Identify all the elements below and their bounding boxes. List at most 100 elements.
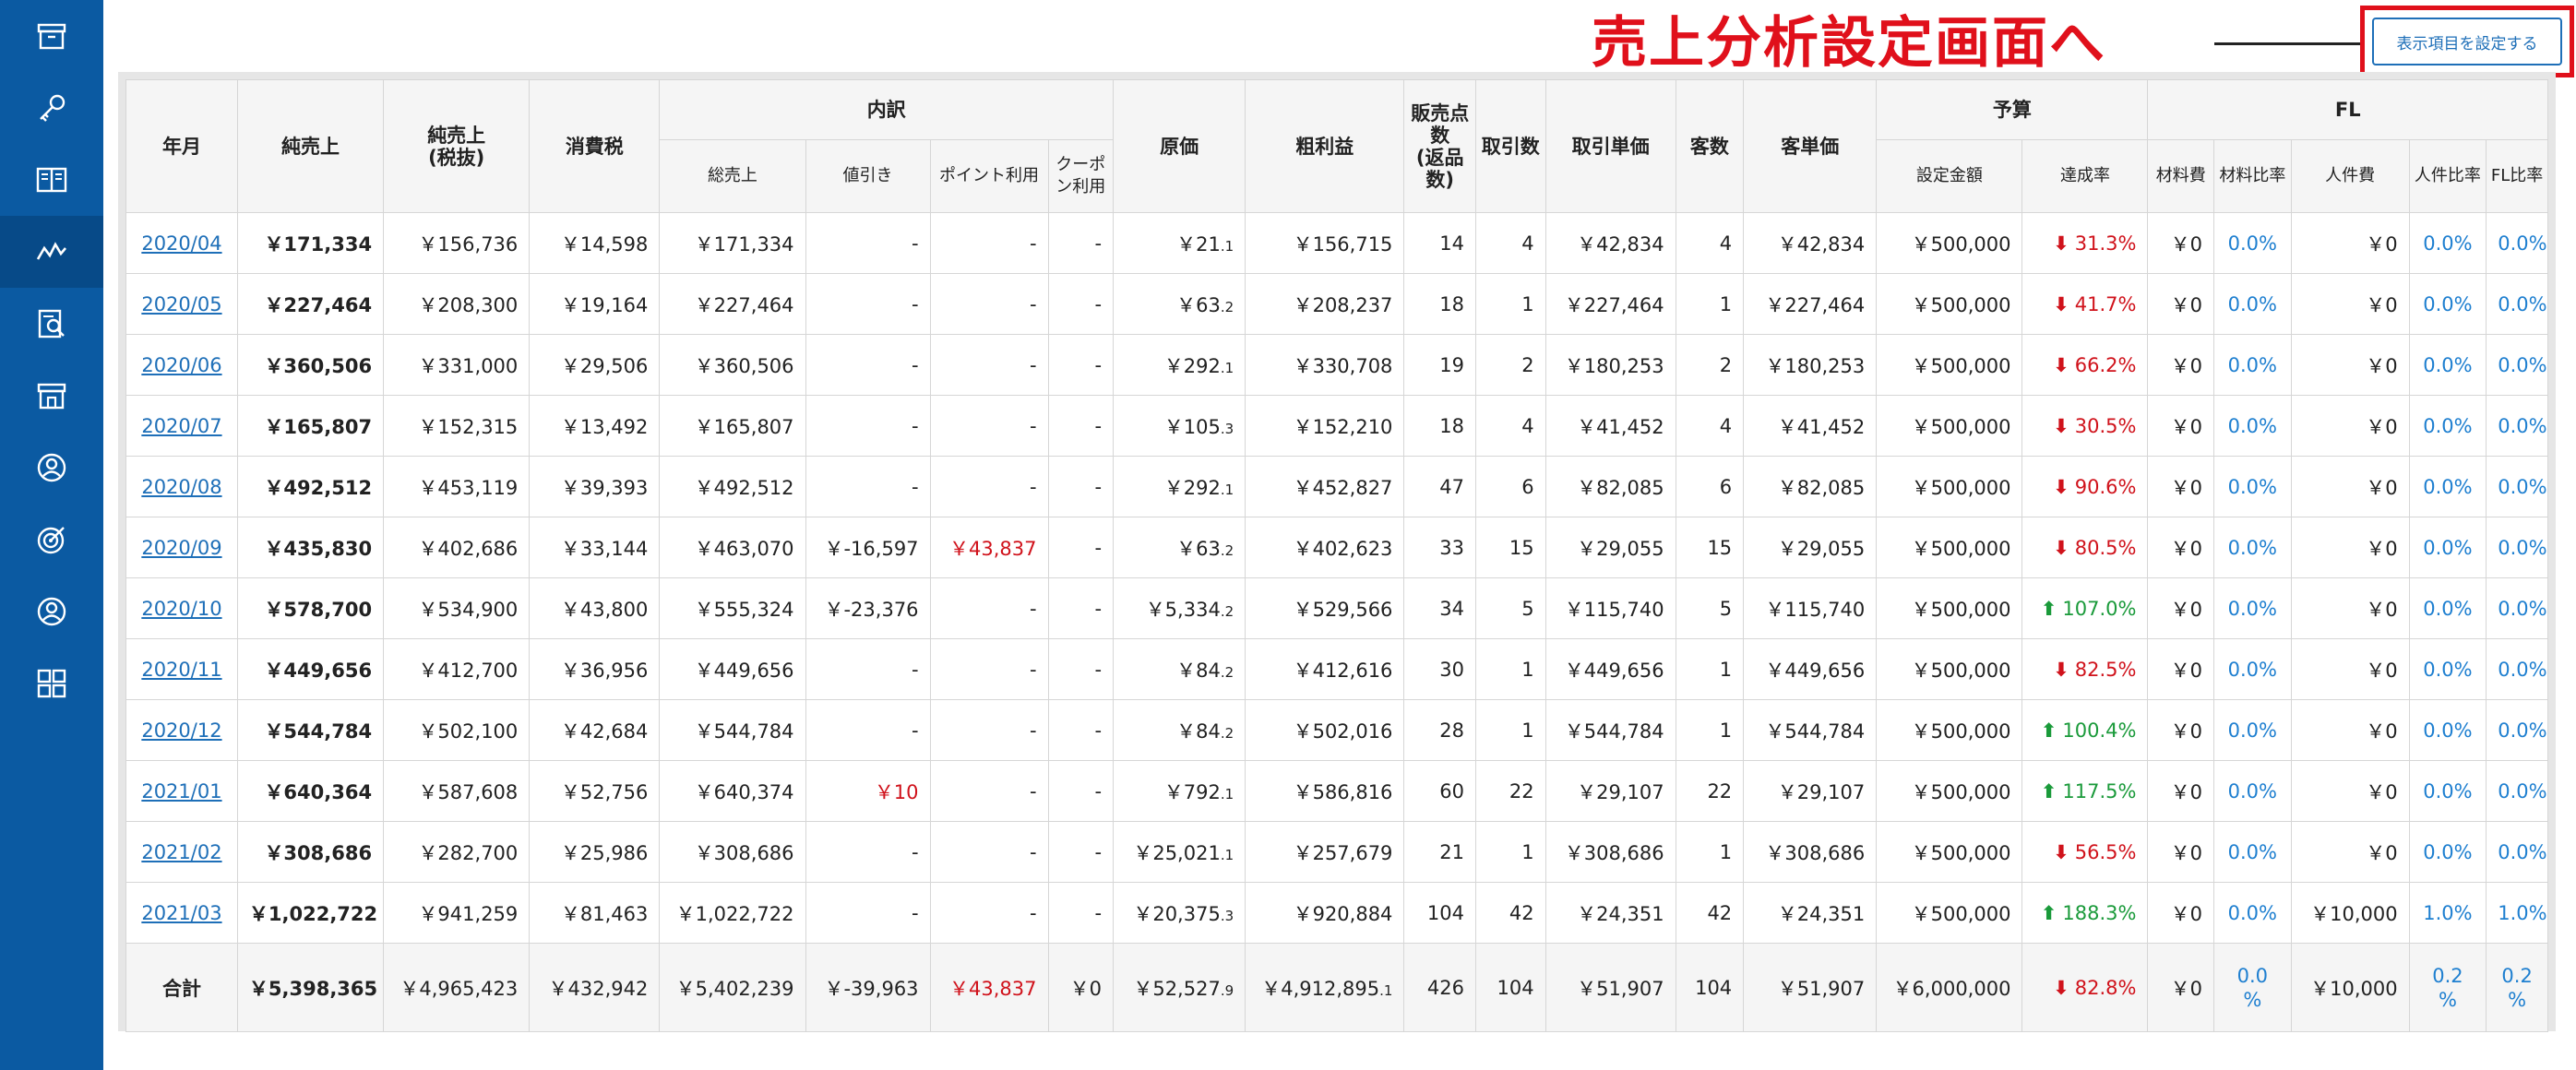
- material-ratio-cell: 0.0%: [2213, 821, 2292, 883]
- sidebar-item-user[interactable]: [0, 576, 103, 648]
- year-month-link[interactable]: 2021/01: [141, 780, 221, 802]
- units-sold-cell: 18: [1403, 395, 1476, 457]
- cost-integer: ￥105: [1163, 415, 1221, 438]
- arrow-down-icon: ⬇: [2053, 536, 2069, 559]
- cost-decimal: .1: [1220, 237, 1234, 255]
- gross-profit-cell: ￥156,715: [1245, 212, 1405, 274]
- gross-sales-cell: ￥544,784: [659, 699, 806, 761]
- cost-integer: ￥25,021: [1133, 841, 1221, 864]
- sidebar-item-chart-line[interactable]: [0, 216, 103, 288]
- report-search-icon: [38, 309, 65, 339]
- header-transactions: 取引数: [1475, 79, 1546, 213]
- year-month-link[interactable]: 2020/04: [141, 232, 221, 255]
- header-customer-unit-price: 客単価: [1743, 79, 1878, 213]
- coupon-cell: -: [1047, 577, 1115, 639]
- year-month-link[interactable]: 2020/12: [141, 719, 221, 742]
- sidebar-item-store[interactable]: [0, 360, 103, 432]
- fl-ratio-cell: 0.0%: [2486, 638, 2548, 700]
- units-sold-cell: 60: [1403, 760, 1476, 822]
- points-cell: -: [929, 456, 1049, 517]
- sidebar-item-customer[interactable]: [0, 432, 103, 504]
- header-transaction-unit-price: 取引単価: [1544, 79, 1676, 213]
- net-sales-cell: ￥227,464: [236, 273, 385, 335]
- coupon-cell: -: [1047, 699, 1115, 761]
- units-sold-cell: 104: [1403, 882, 1476, 944]
- material-ratio-cell: 0.0%: [2213, 395, 2292, 457]
- transactions-cell: 5: [1475, 577, 1546, 639]
- net-sales-cell: ￥449,656: [236, 638, 385, 700]
- material-cost-cell: ￥0: [2147, 638, 2215, 700]
- customer-unit-price-cell: ￥29,055: [1743, 517, 1878, 578]
- display-settings-button[interactable]: 表示項目を設定する: [2372, 18, 2562, 65]
- user-icon: [37, 597, 66, 626]
- arrow-down-icon: ⬇: [2053, 475, 2069, 498]
- material-ratio-cell: 0.0%: [2213, 212, 2292, 274]
- year-month-link[interactable]: 2020/06: [141, 354, 221, 376]
- year-month-link[interactable]: 2021/02: [141, 841, 221, 863]
- labor-ratio-cell: 0.0%: [2408, 456, 2487, 517]
- labor-cost-cell: ￥0: [2290, 212, 2410, 274]
- points-cell: -: [929, 882, 1049, 944]
- year-month-link[interactable]: 2020/09: [141, 537, 221, 559]
- transactions-cell: 1: [1475, 699, 1546, 761]
- customer-unit-price-cell: ￥82,085: [1743, 456, 1878, 517]
- year-month-link[interactable]: 2020/07: [141, 415, 221, 437]
- sidebar-item-key[interactable]: [0, 72, 103, 144]
- points-cell: -: [929, 699, 1049, 761]
- year-month-link[interactable]: 2020/10: [141, 598, 221, 620]
- year-month-cell: 2020/07: [125, 395, 238, 457]
- achievement-rate-cell: ⬇ 41.7%: [2021, 273, 2149, 335]
- cost-decimal: .2: [1220, 724, 1234, 742]
- gross-profit-cell: ￥502,016: [1245, 699, 1405, 761]
- sidebar-item-report-search[interactable]: [0, 288, 103, 360]
- table-row: 2020/04 ￥171,334 ￥156,736 ￥14,598 ￥171,334- -…: [125, 212, 2548, 274]
- labor-ratio-cell: 0.0%: [2408, 821, 2487, 883]
- header-gross-sales: 総売上: [659, 139, 806, 213]
- material-ratio-cell: 0.0%: [2213, 517, 2292, 578]
- cost-decimal: .1: [1220, 359, 1234, 376]
- year-month-cell: 2020/06: [125, 334, 238, 396]
- table-row: 2021/03 ￥1,022,722 ￥941,259 ￥81,463 ￥1,022,7…: [125, 882, 2548, 944]
- consumption-tax-cell: ￥42,684: [529, 699, 661, 761]
- total-discount: ￥-39,963: [805, 943, 931, 1032]
- key-icon: [40, 94, 66, 122]
- sidebar-item-archive[interactable]: [0, 0, 103, 72]
- year-month-cell: 2020/05: [125, 273, 238, 335]
- customer-unit-price-cell: ￥544,784: [1743, 699, 1878, 761]
- customer-unit-price-cell: ￥115,740: [1743, 577, 1878, 639]
- labor-cost-cell: ￥0: [2290, 395, 2410, 457]
- cost-integer: ￥84: [1176, 719, 1221, 743]
- year-month-link[interactable]: 2020/11: [141, 659, 221, 681]
- header-cost: 原価: [1113, 79, 1246, 213]
- customers-cell: 22: [1675, 760, 1745, 822]
- cost-decimal: .3: [1220, 420, 1234, 437]
- cost-cell: ￥105.3: [1113, 395, 1246, 457]
- transaction-unit-price-cell: ￥227,464: [1544, 273, 1676, 335]
- sidebar-item-book[interactable]: [0, 144, 103, 216]
- material-cost-cell: ￥0: [2147, 212, 2215, 274]
- year-month-link[interactable]: 2020/08: [141, 476, 221, 498]
- gross-profit-cell: ￥402,623: [1245, 517, 1405, 578]
- gross-profit-cell: ￥529,566: [1245, 577, 1405, 639]
- sidebar-item-target[interactable]: [0, 504, 103, 576]
- transactions-cell: 1: [1475, 273, 1546, 335]
- year-month-cell: 2020/09: [125, 517, 238, 578]
- transaction-unit-price-cell: ￥41,452: [1544, 395, 1676, 457]
- labor-ratio-cell: 0.0%: [2408, 638, 2487, 700]
- year-month-link[interactable]: 2021/03: [141, 902, 221, 924]
- achievement-rate-value: 30.5%: [2074, 414, 2137, 437]
- discount-cell: -: [805, 273, 931, 335]
- coupon-cell: -: [1047, 760, 1115, 822]
- achievement-rate-value: 117.5%: [2062, 779, 2137, 802]
- net-sales-ex-tax-cell: ￥534,900: [383, 577, 531, 639]
- total-budget-amount: ￥6,000,000: [1876, 943, 2023, 1032]
- year-month-link[interactable]: 2020/05: [141, 293, 221, 315]
- achievement-rate-cell: ⬆ 188.3%: [2021, 882, 2149, 944]
- achievement-rate-value: 82.5%: [2074, 658, 2137, 681]
- sidebar-item-grid[interactable]: [0, 648, 103, 719]
- labor-ratio-cell: 0.0%: [2408, 212, 2487, 274]
- customer-unit-price-cell: ￥449,656: [1743, 638, 1878, 700]
- achievement-rate-cell: ⬇ 31.3%: [2021, 212, 2149, 274]
- cost-integer: ￥21: [1176, 232, 1221, 256]
- transactions-cell: 2: [1475, 334, 1546, 396]
